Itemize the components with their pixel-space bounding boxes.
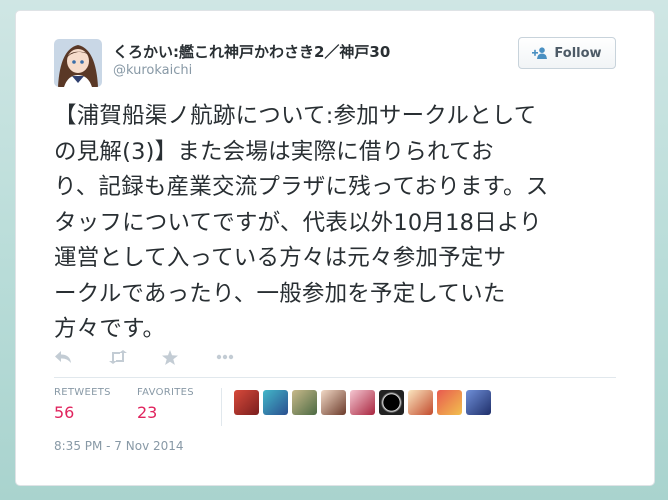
more-button[interactable] — [216, 347, 270, 367]
favoriter-avatar[interactable] — [321, 390, 346, 415]
favorites-stat[interactable]: FAVORITES 23 — [137, 387, 194, 422]
tweet-line: り、記録も産業交流プラザに残っております。ス — [54, 174, 549, 200]
retweets-stat[interactable]: RETWEETS 56 — [54, 387, 111, 422]
tweet-card: くろかい:艦これ神戸かわさき2／神戸30 @kurokaichi Follow … — [15, 10, 655, 486]
favorites-count: 23 — [137, 403, 158, 422]
favoriter-avatar[interactable] — [350, 390, 375, 415]
divider — [54, 377, 616, 378]
retweet-button[interactable] — [108, 347, 162, 367]
author-display-name[interactable]: くろかい:艦これ神戸かわさき2／神戸30 — [113, 41, 390, 62]
tweet-line: 【浦賀船渠ノ航跡について:参加サークルとして — [54, 103, 537, 129]
retweets-count: 56 — [54, 403, 75, 422]
reply-icon — [55, 351, 71, 363]
retweet-icon — [109, 350, 127, 364]
author-screen-name[interactable]: @kurokaichi — [113, 63, 192, 78]
tweet-timestamp[interactable]: 8:35 PM - 7 Nov 2014 — [54, 439, 184, 453]
favorite-button[interactable] — [162, 347, 216, 367]
tweet-line: タッフについてですが、代表以外10月18日より — [54, 209, 542, 236]
tweet-line: ークルであったり、一般参加を予定していた — [54, 280, 506, 307]
favoriter-avatar[interactable] — [408, 390, 433, 415]
favoriter-avatar[interactable] — [379, 390, 404, 415]
stat-separator — [221, 388, 222, 426]
tweet-text: 【浦賀船渠ノ航跡について:参加サークルとして の見解(3)】また会場は実際に借り… — [54, 99, 634, 348]
author-avatar[interactable] — [54, 39, 102, 87]
favoriter-avatar[interactable] — [466, 390, 491, 415]
tweet-actions — [54, 347, 270, 367]
tweet-line: 方々です。 — [54, 316, 166, 342]
add-user-icon — [532, 47, 548, 59]
tweet-line: の見解(3)】また会場は実際に借りられてお — [54, 138, 494, 165]
favoriter-avatar[interactable] — [234, 390, 259, 415]
tweet-line: 運営として入っている方々は元々参加予定サ — [54, 245, 507, 271]
follow-button[interactable]: Follow — [518, 37, 616, 69]
follow-label: Follow — [554, 45, 602, 61]
favoriters-avatars — [234, 390, 491, 415]
retweets-label: RETWEETS — [54, 387, 111, 398]
favorite-icon — [162, 349, 178, 365]
favorites-label: FAVORITES — [137, 387, 194, 398]
more-icon — [216, 354, 234, 360]
favoriter-avatar[interactable] — [292, 390, 317, 415]
favoriter-avatar[interactable] — [437, 390, 462, 415]
favoriter-avatar[interactable] — [263, 390, 288, 415]
reply-button[interactable] — [54, 347, 108, 367]
